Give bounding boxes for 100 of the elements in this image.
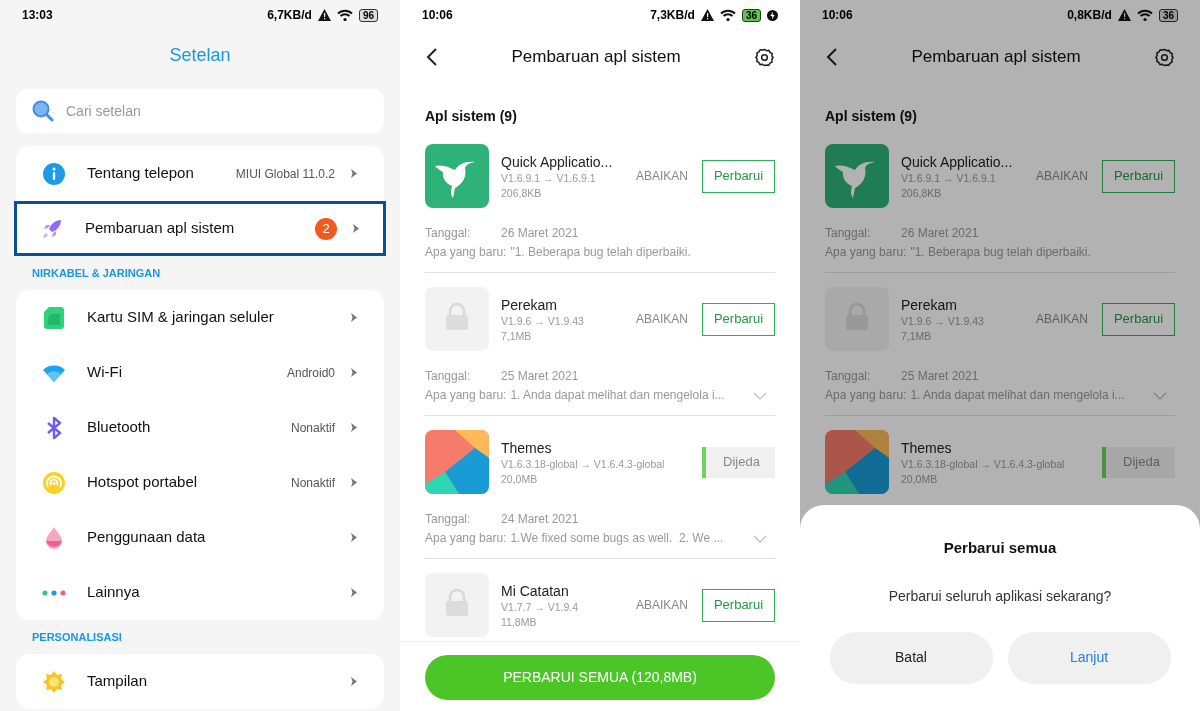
app-size: 7,1MB [501, 329, 533, 344]
settings-icon[interactable] [1155, 47, 1174, 67]
charging-icon [767, 9, 778, 21]
count-badge: 2 [315, 217, 337, 240]
app-version: V1.9.6 → V1.9.43 [901, 314, 985, 329]
network-speed: 6,7KB/d [267, 7, 312, 24]
release-notes: "1. Beberapa bug telah diperbaiki. [510, 244, 691, 261]
app-version: V1.6.9.1 → V1.6.9.1 [901, 171, 997, 186]
news-label: Apa yang baru: [425, 387, 507, 404]
app-name: Perekam [501, 296, 559, 314]
ignore-link[interactable]: ABAIKAN [635, 596, 688, 614]
app-size: 20,0MB [501, 472, 539, 487]
release-notes: 1. Anda dapat melihat dan mengelola i... [510, 387, 725, 404]
ignore-link[interactable]: ABAIKAN [635, 167, 688, 185]
settings-item[interactable]: Kartu SIM & jaringan seluler [16, 290, 384, 345]
item-label: Bluetooth [87, 417, 151, 438]
section-title: Apl sistem (9) [425, 108, 517, 124]
ignore-link[interactable]: ABAIKAN [635, 310, 688, 328]
update-button[interactable]: Perbarui [702, 302, 775, 336]
settings-item[interactable]: Tentang telepon MIUI Global 11.0.2 [16, 146, 384, 201]
item-label: Kartu SIM & jaringan seluler [87, 307, 274, 328]
date-label: Tanggal: [425, 511, 472, 528]
update-button[interactable]: Perbarui [1102, 159, 1175, 193]
wifi-icon [719, 9, 736, 21]
update-date: 25 Maret 2021 [901, 368, 979, 385]
app-name: Quick Applicatio... [901, 153, 1014, 171]
ignore-link[interactable]: ABAIKAN [1035, 310, 1088, 328]
sim-card-icon [43, 305, 65, 330]
back-icon[interactable] [426, 48, 437, 66]
settings-item[interactable]: Penggunaan data [16, 510, 384, 565]
section-title: Apl sistem (9) [825, 108, 917, 124]
paused-progress-button[interactable]: Dijeda [1102, 446, 1175, 478]
update-button[interactable]: Perbarui [702, 588, 775, 622]
app-name: Mi Catatan [501, 582, 570, 600]
update-all-button[interactable]: PERBARUI SEMUA (120,8MB) [425, 655, 775, 700]
item-label: Tampilan [87, 671, 148, 692]
settings-item[interactable]: Tampilan [16, 654, 384, 709]
warning-icon [317, 9, 331, 21]
dialog-title: Perbarui semua [943, 538, 1057, 558]
app-version: V1.7.7 → V1.9.4 [501, 600, 580, 615]
chevron-right-icon [351, 169, 357, 178]
cancel-button[interactable]: Batal [829, 631, 993, 684]
update-button[interactable]: Perbarui [702, 159, 775, 193]
chevron-right-icon [351, 677, 357, 686]
drop-icon [44, 525, 64, 550]
ignore-link[interactable]: ABAIKAN [1035, 167, 1088, 185]
settings-item[interactable]: Lainnya [16, 565, 384, 620]
item-value: Nonaktif [290, 419, 335, 437]
news-label: Apa yang baru: [425, 530, 507, 547]
news-label: Apa yang baru: [825, 244, 907, 261]
chevron-right-icon [351, 423, 357, 432]
chevron-right-icon [351, 588, 357, 597]
dialog-message: Perbarui seluruh aplikasi sekarang? [888, 586, 1112, 606]
network-speed: 7,3KB/d [650, 7, 695, 24]
app-size: 206,8KB [501, 186, 543, 201]
more-icon [41, 588, 67, 597]
chevron-right-icon [351, 533, 357, 542]
themes-app-icon [825, 430, 889, 494]
update-button[interactable]: Perbarui [1102, 302, 1175, 336]
app-name: Perekam [901, 296, 959, 314]
wifi-icon [336, 9, 353, 21]
date-label: Tanggal: [425, 225, 472, 242]
settings-item[interactable]: Pembaruan apl sistem 2 [14, 201, 386, 256]
warning-icon [1117, 9, 1131, 21]
app-version: V1.6.3.18-global → V1.6.4.3-global [501, 457, 666, 472]
date-label: Tanggal: [825, 368, 872, 385]
chevron-right-icon [351, 478, 357, 487]
date-label: Tanggal: [825, 225, 872, 242]
screen-title: Pembaruan apl sistem [910, 46, 1082, 69]
item-value: MIUI Global 11.0.2 [235, 165, 335, 183]
chevron-right-icon [351, 313, 357, 322]
item-label: Hotspot portabel [87, 472, 198, 493]
app-name: Quick Applicatio... [501, 153, 614, 171]
release-notes: 1.We fixed some bugs as well. 2. We ... [510, 530, 724, 547]
update-date: 26 Maret 2021 [501, 225, 579, 242]
item-label: Lainnya [87, 582, 140, 603]
screen-title: Pembaruan apl sistem [510, 46, 682, 69]
app-size: 11,8MB [501, 615, 538, 630]
release-notes: 1. Anda dapat melihat dan mengelola i... [910, 387, 1125, 404]
app-size: 206,8KB [901, 186, 943, 201]
sun-icon [42, 669, 66, 694]
search-field[interactable]: Cari setelan [16, 89, 384, 133]
settings-item[interactable]: Hotspot portabel Nonaktif [16, 455, 384, 510]
news-label: Apa yang baru: [825, 387, 907, 404]
confirm-button[interactable]: Lanjut [1007, 631, 1171, 684]
battery-indicator: 36 [741, 8, 761, 22]
network-speed: 0,8KB/d [1067, 7, 1112, 24]
date-label: Tanggal: [425, 368, 472, 385]
update-date: 24 Maret 2021 [501, 511, 579, 528]
settings-item[interactable]: Wi-Fi Android0 [16, 345, 384, 400]
paused-progress-button[interactable]: Dijeda [702, 446, 775, 478]
chevron-right-icon [353, 224, 359, 233]
back-icon[interactable] [826, 48, 837, 66]
hotspot-icon [42, 470, 66, 495]
settings-icon[interactable] [755, 47, 774, 67]
update-date: 26 Maret 2021 [901, 225, 979, 242]
section-header: NIRKABEL & JARINGAN [32, 265, 161, 281]
settings-item[interactable]: Bluetooth Nonaktif [16, 400, 384, 455]
section-header: PERSONALISASI [32, 629, 122, 645]
status-time: 10:06 [422, 7, 453, 24]
